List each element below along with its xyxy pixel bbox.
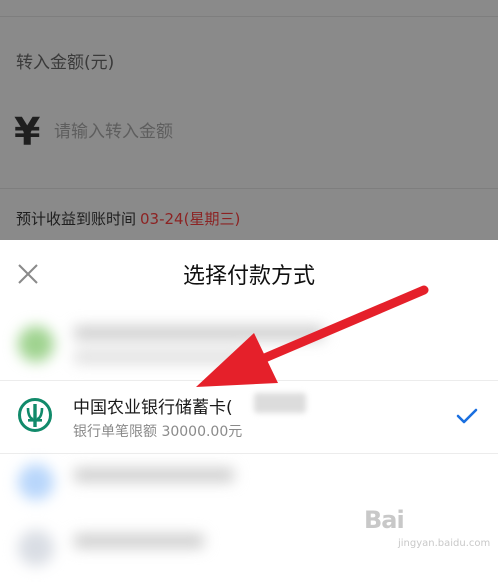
abc-bank-logo-icon [18,398,52,432]
background-page: 转入金额(元) ¥ 预计收益到账时间03-24(星期三) [0,0,498,240]
close-button[interactable] [16,262,40,286]
bank-limit: 银行单笔限额 30000.00元 [73,424,243,440]
arrival-time-label: 预计收益到账时间 [16,210,137,228]
blurred-text [74,534,204,548]
amount-input[interactable] [54,118,454,146]
blurred-text [74,468,234,482]
background-top-strip [0,0,498,16]
payment-option-blurred[interactable] [0,306,498,380]
checkmark-icon [456,408,478,424]
payment-option-blurred[interactable] [0,444,498,518]
divider [0,16,498,17]
divider [0,188,498,189]
blurred-text [74,350,244,364]
payment-option-icon [18,464,54,500]
payment-method-sheet: 选择付款方式 中国农业银行储蓄卡( 银行单笔限额 30000.00元 [0,240,498,566]
close-icon [18,264,38,284]
yuan-icon: ¥ [14,110,41,154]
bank-name: 中国农业银行储蓄卡( [73,398,233,418]
card-number-mask [254,393,306,413]
payment-option-icon [18,326,54,362]
amount-label: 转入金额(元) [16,53,115,73]
sheet-header: 选择付款方式 [0,240,498,304]
payment-option-blurred[interactable] [0,510,498,584]
payment-option-abc-debit[interactable]: 中国农业银行储蓄卡( 银行单笔限额 30000.00元 [0,380,498,454]
blurred-text [74,326,324,340]
arrival-time-row: 预计收益到账时间 03-24(星期三) [16,208,240,229]
payment-option-icon [18,530,54,566]
sheet-title: 选择付款方式 [182,264,315,289]
arrival-date: 03-24(星期三) [140,210,241,228]
